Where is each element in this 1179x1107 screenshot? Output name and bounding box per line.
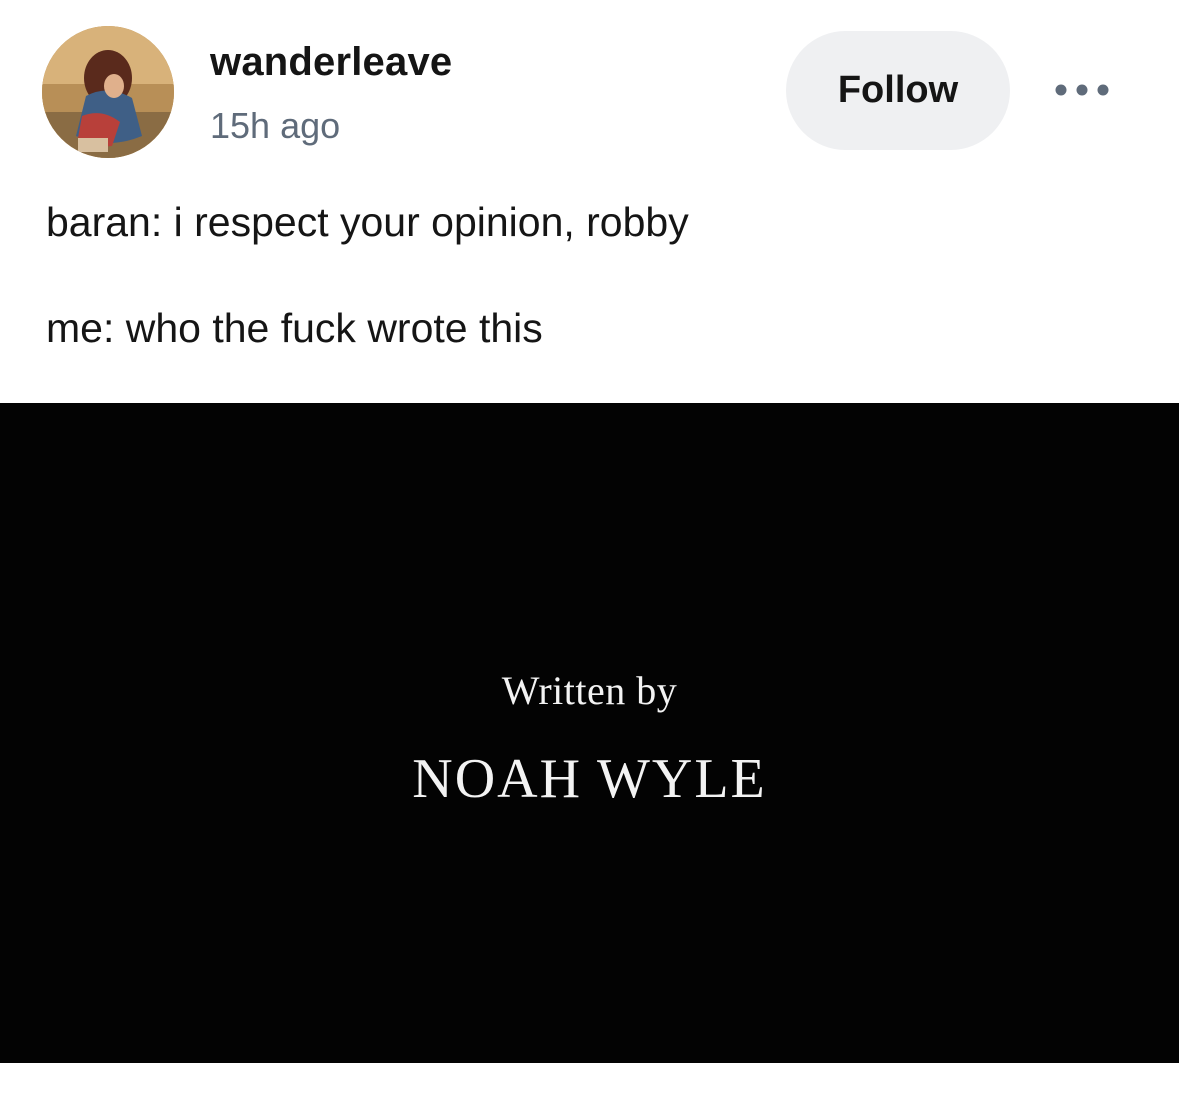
- post-header: wanderleave 15h ago Follow: [0, 0, 1179, 180]
- image-caption-name: NOAH WYLE: [412, 748, 767, 810]
- username[interactable]: wanderleave: [210, 38, 452, 86]
- avatar-image: [42, 26, 174, 158]
- post-text-line: baran: i respect your opinion, robby: [46, 199, 689, 245]
- post-image[interactable]: Written by NOAH WYLE: [0, 403, 1179, 1063]
- follow-button[interactable]: Follow: [786, 31, 1010, 150]
- image-caption-written-by: Written by: [501, 668, 678, 713]
- timestamp: 15h ago: [210, 105, 341, 146]
- more-options-button[interactable]: [1046, 70, 1118, 110]
- post-text-line: me: who the fuck wrote this: [46, 305, 543, 351]
- more-horizontal-icon: [1055, 84, 1109, 96]
- avatar[interactable]: [42, 26, 174, 158]
